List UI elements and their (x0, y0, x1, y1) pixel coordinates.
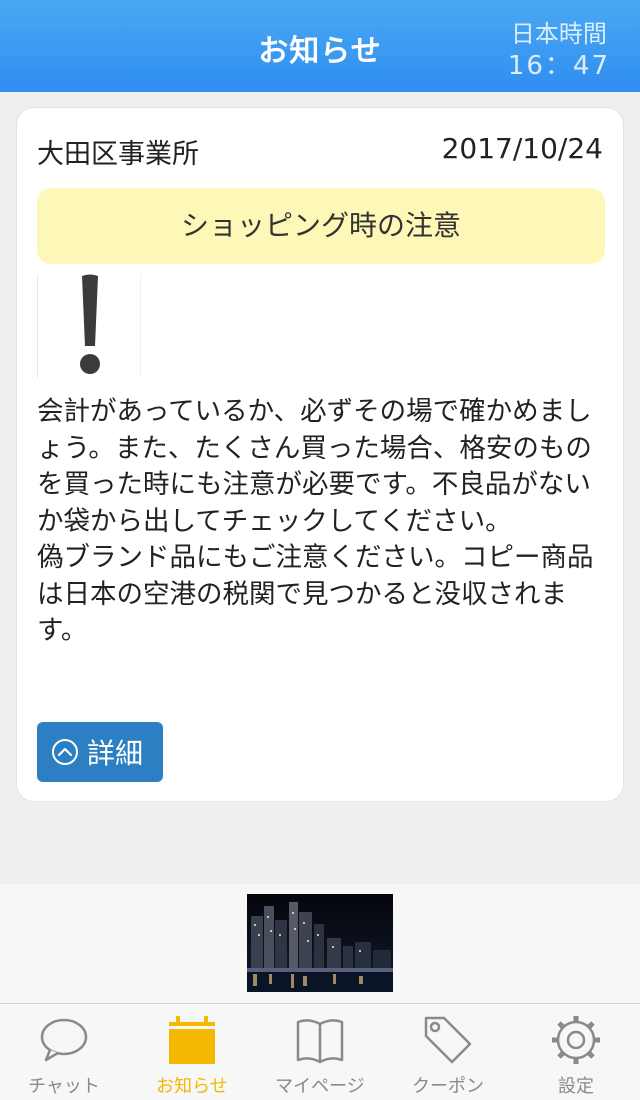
japan-time: 日本時間 16：47 (508, 18, 610, 82)
chat-bubble-icon (40, 1018, 88, 1062)
tab-notices-label: お知らせ (156, 1076, 228, 1097)
tab-chat[interactable]: チャット (0, 1004, 128, 1100)
japan-time-clock: 16：47 (507, 51, 610, 81)
gear-icon (552, 1016, 600, 1064)
tab-chat-label: チャット (28, 1076, 100, 1097)
notice-card: 大田区事業所 2017/10/24 ショッピング時の注意 会計があっているか、必… (16, 107, 624, 802)
tab-coupon-label: クーポン (412, 1076, 484, 1097)
details-button[interactable]: 詳細 (37, 722, 163, 782)
tab-bar: チャット お知らせ マイページ クーポン 設定 (0, 1003, 640, 1100)
chevron-up-circle-icon (52, 739, 78, 765)
calendar-icon (169, 1016, 215, 1064)
notice-date: 2017/10/24 (441, 132, 603, 165)
tag-icon (424, 1016, 472, 1064)
notice-subject: ショッピング時の注意 (37, 188, 605, 264)
banner-area (0, 884, 640, 1004)
japan-time-label: 日本時間 (510, 20, 607, 48)
header-bar: お知らせ 日本時間 16：47 (0, 0, 640, 92)
tab-mypage[interactable]: マイページ (256, 1004, 384, 1100)
notice-office: 大田区事業所 (37, 139, 199, 170)
tab-coupon[interactable]: クーポン (384, 1004, 512, 1100)
book-icon (296, 1019, 344, 1064)
banner-image[interactable] (247, 894, 393, 992)
tab-notices[interactable]: お知らせ (128, 1004, 256, 1100)
tab-mypage-label: マイページ (275, 1076, 365, 1097)
exclamation-icon (80, 274, 100, 374)
tab-settings[interactable]: 設定 (512, 1004, 640, 1100)
tab-settings-label: 設定 (558, 1076, 594, 1097)
notice-body: 会計があっているか、必ずその場で確かめましょう。また、たくさん買った場合、格安の… (37, 396, 594, 646)
details-button-label: 詳細 (87, 737, 144, 770)
notice-thumbnail (37, 274, 141, 378)
